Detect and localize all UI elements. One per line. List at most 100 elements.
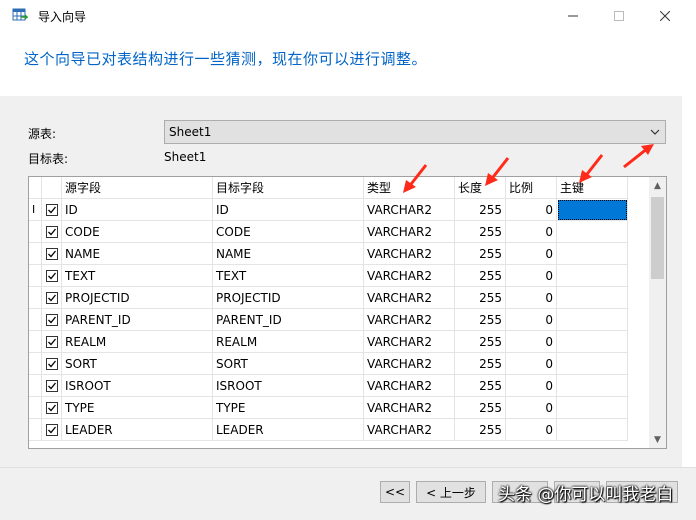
cell-length[interactable]: 255: [455, 243, 506, 265]
cell-primary-key[interactable]: [557, 309, 628, 331]
table-row[interactable]: TEXT TEXT VARCHAR2 255 0: [29, 265, 628, 287]
cell-length[interactable]: 255: [455, 331, 506, 353]
cell-type[interactable]: VARCHAR2: [364, 353, 455, 375]
cell-type[interactable]: VARCHAR2: [364, 199, 455, 221]
table-row[interactable]: NAME NAME VARCHAR2 255 0: [29, 243, 628, 265]
cell-primary-key[interactable]: [557, 375, 628, 397]
cell-primary-key[interactable]: [557, 397, 628, 419]
table-row[interactable]: ISROOT ISROOT VARCHAR2 255 0: [29, 375, 628, 397]
include-field-checkbox[interactable]: [45, 247, 58, 260]
cell-scale[interactable]: 0: [506, 287, 557, 309]
cell-length[interactable]: 255: [455, 287, 506, 309]
header-target-field[interactable]: 目标字段: [213, 177, 364, 199]
cell-source-field[interactable]: ID: [62, 199, 213, 221]
cell-primary-key[interactable]: [557, 265, 628, 287]
cell-length[interactable]: 255: [455, 397, 506, 419]
cell-type[interactable]: VARCHAR2: [364, 309, 455, 331]
cell-primary-key[interactable]: [557, 287, 628, 309]
cell-length[interactable]: 255: [455, 265, 506, 287]
cell-scale[interactable]: 0: [506, 221, 557, 243]
primary-key-selection[interactable]: [558, 200, 627, 220]
cell-type[interactable]: VARCHAR2: [364, 397, 455, 419]
include-field-checkbox[interactable]: [45, 203, 58, 216]
cell-primary-key[interactable]: [557, 331, 628, 353]
cell-target-field[interactable]: SORT: [213, 353, 364, 375]
include-field-checkbox[interactable]: [45, 313, 58, 326]
table-row[interactable]: PARENT_ID PARENT_ID VARCHAR2 255 0: [29, 309, 628, 331]
cell-target-field[interactable]: TYPE: [213, 397, 364, 419]
cell-target-field[interactable]: PROJECTID: [213, 287, 364, 309]
header-source-field[interactable]: 源字段: [62, 177, 213, 199]
close-button[interactable]: [642, 0, 688, 32]
cell-type[interactable]: VARCHAR2: [364, 221, 455, 243]
previous-step-button[interactable]: < 上一步: [416, 481, 486, 503]
cell-target-field[interactable]: REALM: [213, 331, 364, 353]
cell-scale[interactable]: 0: [506, 375, 557, 397]
cell-scale[interactable]: 0: [506, 331, 557, 353]
cell-source-field[interactable]: ISROOT: [62, 375, 213, 397]
cell-source-field[interactable]: PARENT_ID: [62, 309, 213, 331]
include-field-checkbox[interactable]: [45, 269, 58, 282]
table-row[interactable]: REALM REALM VARCHAR2 255 0: [29, 331, 628, 353]
include-field-checkbox[interactable]: [45, 379, 58, 392]
cell-target-field[interactable]: PARENT_ID: [213, 309, 364, 331]
cell-length[interactable]: 255: [455, 199, 506, 221]
scrollbar-thumb[interactable]: [651, 197, 664, 279]
cell-primary-key[interactable]: [557, 419, 628, 441]
cell-length[interactable]: 255: [455, 221, 506, 243]
cell-primary-key[interactable]: [557, 221, 628, 243]
cell-scale[interactable]: 0: [506, 199, 557, 221]
cell-type[interactable]: VARCHAR2: [364, 287, 455, 309]
cell-target-field[interactable]: ID: [213, 199, 364, 221]
cell-scale[interactable]: 0: [506, 309, 557, 331]
include-field-checkbox[interactable]: [45, 357, 58, 370]
cell-type[interactable]: VARCHAR2: [364, 375, 455, 397]
cell-source-field[interactable]: TEXT: [62, 265, 213, 287]
cell-target-field[interactable]: NAME: [213, 243, 364, 265]
cell-target-field[interactable]: CODE: [213, 221, 364, 243]
scroll-up-icon[interactable]: ▲: [649, 177, 666, 194]
header-scale[interactable]: 比例: [506, 177, 557, 199]
minimize-button[interactable]: [550, 0, 596, 32]
cell-source-field[interactable]: CODE: [62, 221, 213, 243]
cell-primary-key[interactable]: [557, 199, 628, 221]
cell-source-field[interactable]: LEADER: [62, 419, 213, 441]
table-row[interactable]: TYPE TYPE VARCHAR2 255 0: [29, 397, 628, 419]
table-row[interactable]: LEADER LEADER VARCHAR2 255 0: [29, 419, 628, 441]
cell-source-field[interactable]: TYPE: [62, 397, 213, 419]
table-row[interactable]: PROJECTID PROJECTID VARCHAR2 255 0: [29, 287, 628, 309]
table-row[interactable]: SORT SORT VARCHAR2 255 0: [29, 353, 628, 375]
maximize-button[interactable]: [596, 0, 642, 32]
cell-type[interactable]: VARCHAR2: [364, 243, 455, 265]
include-field-checkbox[interactable]: [45, 423, 58, 436]
cell-type[interactable]: VARCHAR2: [364, 331, 455, 353]
cell-primary-key[interactable]: [557, 243, 628, 265]
source-table-dropdown[interactable]: Sheet1: [164, 120, 666, 144]
cell-source-field[interactable]: NAME: [62, 243, 213, 265]
include-field-checkbox[interactable]: [45, 225, 58, 238]
cell-length[interactable]: 255: [455, 375, 506, 397]
cell-source-field[interactable]: PROJECTID: [62, 287, 213, 309]
cell-type[interactable]: VARCHAR2: [364, 419, 455, 441]
cell-type[interactable]: VARCHAR2: [364, 265, 455, 287]
cell-scale[interactable]: 0: [506, 353, 557, 375]
table-row[interactable]: CODE CODE VARCHAR2 255 0: [29, 221, 628, 243]
include-field-checkbox[interactable]: [45, 291, 58, 304]
cell-source-field[interactable]: REALM: [62, 331, 213, 353]
cell-target-field[interactable]: ISROOT: [213, 375, 364, 397]
cell-target-field[interactable]: LEADER: [213, 419, 364, 441]
cell-length[interactable]: 255: [455, 353, 506, 375]
cell-source-field[interactable]: SORT: [62, 353, 213, 375]
cell-primary-key[interactable]: [557, 353, 628, 375]
table-row[interactable]: I ID ID VARCHAR2 255 0: [29, 199, 628, 221]
scroll-down-icon[interactable]: ▼: [649, 431, 666, 448]
cell-scale[interactable]: 0: [506, 265, 557, 287]
cell-target-field[interactable]: TEXT: [213, 265, 364, 287]
grid-vertical-scrollbar[interactable]: ▲ ▼: [649, 177, 666, 448]
cell-scale[interactable]: 0: [506, 419, 557, 441]
include-field-checkbox[interactable]: [45, 401, 58, 414]
cell-scale[interactable]: 0: [506, 243, 557, 265]
cell-length[interactable]: 255: [455, 419, 506, 441]
cell-length[interactable]: 255: [455, 309, 506, 331]
cell-scale[interactable]: 0: [506, 397, 557, 419]
